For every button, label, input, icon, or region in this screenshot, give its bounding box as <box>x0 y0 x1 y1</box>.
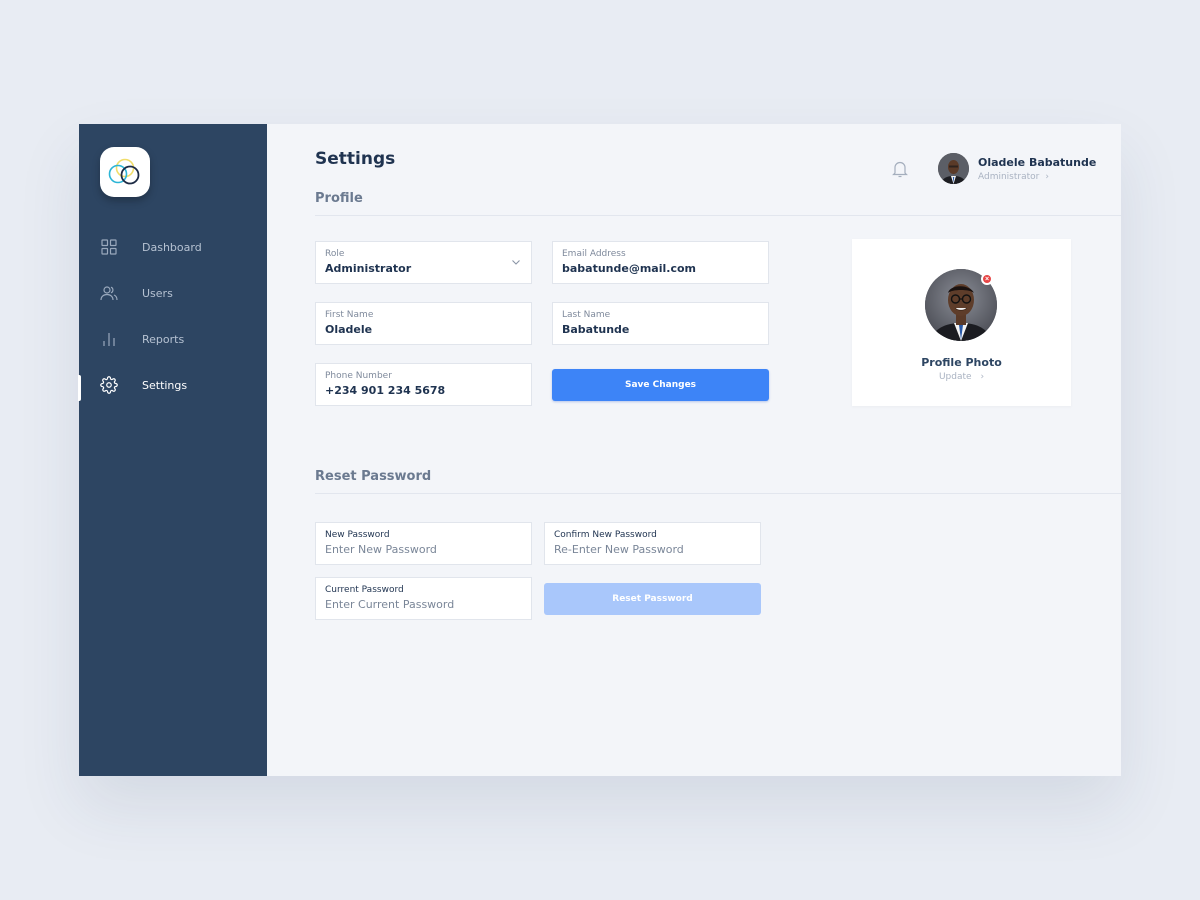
sidebar-item-label: Settings <box>142 378 188 392</box>
user-role: Administrator › <box>978 172 1096 182</box>
new-password-label: New Password <box>325 530 390 540</box>
chevron-right-icon: › <box>1045 171 1049 182</box>
bar-chart-icon <box>100 330 118 348</box>
gear-icon <box>100 376 118 394</box>
current-password-label: Current Password <box>325 585 404 595</box>
user-menu[interactable]: Oladele Babatunde Administrator › <box>938 153 1096 184</box>
grid-icon <box>100 238 118 256</box>
profile-section-title: Profile <box>315 191 363 206</box>
sidebar-item-reports[interactable]: Reports <box>79 316 267 362</box>
sidebar-item-label: Dashboard <box>142 240 202 254</box>
first-name-field[interactable]: First Name <box>315 302 532 345</box>
confirm-password-input[interactable] <box>554 543 751 556</box>
page-title: Settings <box>315 149 396 169</box>
user-role-text: Administrator <box>978 171 1040 182</box>
sidebar-nav: Dashboard Users Reports Settings <box>78 224 267 408</box>
profile-photo-title: Profile Photo <box>921 356 1002 369</box>
sidebar: Dashboard Users Reports Settings <box>78 124 267 776</box>
phone-field[interactable]: Phone Number <box>315 363 532 406</box>
sidebar-item-settings[interactable]: Settings <box>78 362 267 408</box>
phone-input[interactable] <box>325 384 522 397</box>
user-name: Oladele Babatunde <box>978 155 1097 169</box>
save-changes-button[interactable]: Save Changes <box>552 369 769 401</box>
first-name-input[interactable] <box>325 323 522 336</box>
users-icon <box>100 284 118 302</box>
profile-photo-card: × Profile Photo Update › <box>852 239 1071 406</box>
main-content: Settings Oladele Babatunde Administrator… <box>267 124 1121 776</box>
rings-logo-icon <box>108 158 140 185</box>
sidebar-item-users[interactable]: Users <box>79 270 267 316</box>
sidebar-item-dashboard[interactable]: Dashboard <box>79 224 267 270</box>
email-label: Email Address <box>562 249 626 259</box>
sidebar-item-label: Users <box>142 286 173 300</box>
close-icon: × <box>984 275 990 283</box>
first-name-label: First Name <box>325 310 374 320</box>
avatar <box>938 153 969 184</box>
app-window: Dashboard Users Reports Settings Setting… <box>78 124 1121 776</box>
remove-photo-button[interactable]: × <box>981 273 993 285</box>
email-field[interactable]: Email Address <box>552 241 769 284</box>
new-password-input[interactable] <box>325 543 522 556</box>
confirm-password-label: Confirm New Password <box>554 530 657 540</box>
current-password-input[interactable] <box>325 598 522 611</box>
sidebar-item-label: Reports <box>142 332 185 346</box>
profile-divider <box>315 215 1121 216</box>
role-value: Administrator <box>325 262 412 275</box>
role-select[interactable]: Role Administrator <box>315 241 532 284</box>
email-input[interactable] <box>562 262 759 275</box>
update-label: Update <box>938 372 972 382</box>
reset-password-section-title: Reset Password <box>315 469 432 484</box>
reset-password-button[interactable]: Reset Password <box>544 583 761 615</box>
current-password-field[interactable]: Current Password <box>315 577 532 620</box>
bell-icon <box>892 161 908 178</box>
last-name-input[interactable] <box>562 323 759 336</box>
reset-password-divider <box>315 493 1121 494</box>
notifications-button[interactable] <box>892 160 910 178</box>
update-photo-link[interactable]: Update › <box>852 372 1071 382</box>
role-label: Role <box>325 249 345 259</box>
chevron-right-icon: › <box>980 372 985 382</box>
phone-label: Phone Number <box>325 371 392 381</box>
app-logo[interactable] <box>100 147 150 197</box>
last-name-field[interactable]: Last Name <box>552 302 769 345</box>
confirm-password-field[interactable]: Confirm New Password <box>544 522 761 565</box>
chevron-down-icon <box>512 260 520 265</box>
new-password-field[interactable]: New Password <box>315 522 532 565</box>
last-name-label: Last Name <box>562 310 611 320</box>
